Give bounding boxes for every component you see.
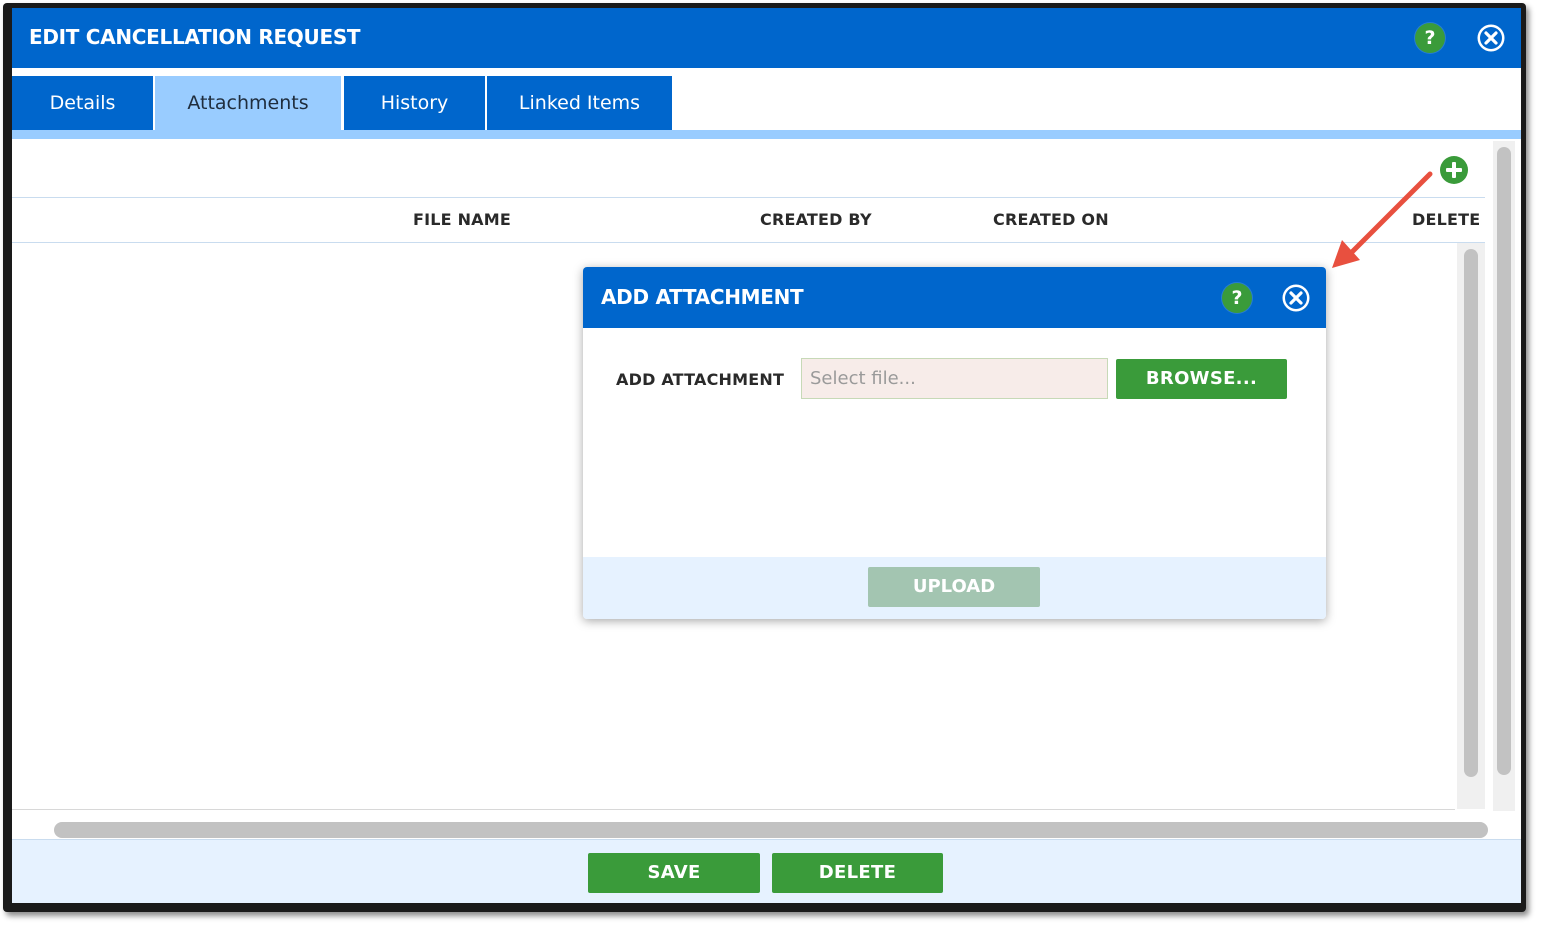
tab-details[interactable]: Details xyxy=(12,76,153,130)
horizontal-scrollbar[interactable] xyxy=(54,822,1488,838)
column-header-created-on[interactable]: CREATED ON xyxy=(993,210,1109,229)
question-icon: ? xyxy=(1231,287,1243,309)
save-button[interactable]: SAVE xyxy=(588,853,760,893)
grid-header: FILE NAME CREATED BY CREATED ON DELETE xyxy=(12,197,1485,243)
grid-vertical-scroll-thumb[interactable] xyxy=(1464,249,1478,777)
file-path-input[interactable] xyxy=(801,358,1108,399)
help-button[interactable]: ? xyxy=(1415,23,1445,53)
footer-bar: SAVE DELETE xyxy=(12,839,1521,903)
window-title: EDIT CANCELLATION REQUEST xyxy=(29,25,361,49)
title-bar: EDIT CANCELLATION REQUEST ? xyxy=(12,8,1521,68)
dialog-close-button[interactable] xyxy=(1281,283,1311,313)
dialog-help-button[interactable]: ? xyxy=(1222,283,1252,313)
browse-button[interactable]: BROWSE... xyxy=(1116,359,1287,399)
delete-button[interactable]: DELETE xyxy=(772,853,943,893)
tab-attachments[interactable]: Attachments xyxy=(155,76,341,130)
column-header-file-name[interactable]: FILE NAME xyxy=(413,210,511,229)
tab-bar: Details Attachments History Linked Items xyxy=(12,68,1521,130)
column-header-delete[interactable]: DELETE xyxy=(1412,210,1480,229)
grid-vertical-scrollbar[interactable] xyxy=(1457,243,1485,809)
tab-history[interactable]: History xyxy=(344,76,485,130)
panel-vertical-scrollbar[interactable] xyxy=(1493,141,1515,811)
dialog-footer: UPLOAD xyxy=(583,557,1326,619)
tab-underline xyxy=(12,130,1521,139)
close-circle-icon xyxy=(1282,284,1310,312)
add-attachment-dialog: ADD ATTACHMENT ? ADD ATTACHMENT BROWSE..… xyxy=(583,267,1326,619)
add-attachment-button[interactable] xyxy=(1440,156,1468,184)
panel-vertical-scroll-thumb[interactable] xyxy=(1497,147,1511,775)
question-icon: ? xyxy=(1424,27,1436,49)
column-header-created-by[interactable]: CREATED BY xyxy=(760,210,872,229)
close-button[interactable] xyxy=(1476,23,1506,53)
add-attachment-label: ADD ATTACHMENT xyxy=(616,370,785,389)
close-circle-icon xyxy=(1477,24,1505,52)
tab-linked-items[interactable]: Linked Items xyxy=(487,76,672,130)
dialog-title: ADD ATTACHMENT xyxy=(601,285,804,309)
upload-button[interactable]: UPLOAD xyxy=(868,567,1040,607)
dialog-header: ADD ATTACHMENT ? xyxy=(583,267,1326,328)
